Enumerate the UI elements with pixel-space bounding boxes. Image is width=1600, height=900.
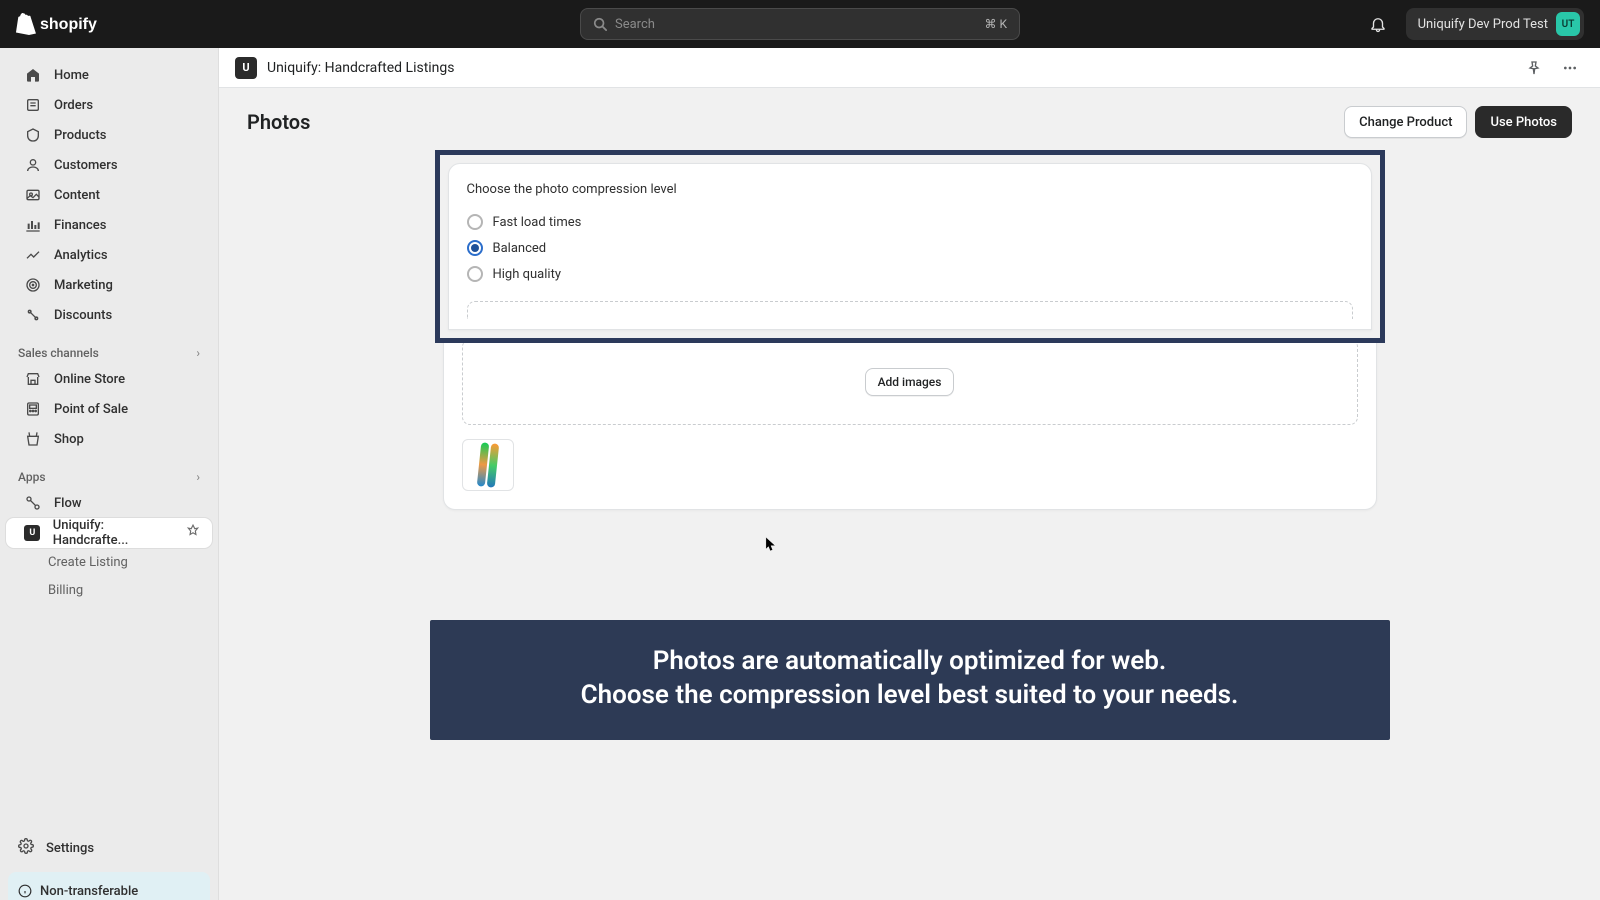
highlighted-compression-section: Choose the photo compression level Fast … [435, 150, 1385, 343]
sidebar-label: Online Store [54, 372, 125, 387]
radio-fast-load[interactable]: Fast load times [467, 209, 1353, 235]
sidebar-label: Uniquify: Handcrafte... [53, 518, 174, 548]
sidebar-item-content[interactable]: Content [6, 180, 212, 210]
shop-icon [24, 431, 42, 447]
radio-icon [467, 240, 483, 256]
sidebar-sub-billing[interactable]: Billing [0, 576, 218, 604]
info-icon [18, 884, 32, 898]
more-icon [1562, 60, 1578, 76]
store-icon [24, 371, 42, 387]
sidebar-item-orders[interactable]: Orders [6, 90, 212, 120]
info-banner: Photos are automatically optimized for w… [430, 620, 1390, 740]
sidebar-label: Discounts [54, 308, 112, 323]
avatar: UT [1556, 12, 1580, 36]
sidebar-label: Shop [54, 432, 84, 447]
account-menu[interactable]: Uniquify Dev Prod Test UT [1406, 8, 1584, 40]
pos-icon [24, 401, 42, 417]
sidebar-label: Orders [54, 98, 93, 113]
gear-icon [18, 838, 34, 858]
sidebar-section-apps[interactable]: Apps› [0, 462, 218, 488]
sidebar-item-online-store[interactable]: Online Store [6, 364, 212, 394]
search-shortcut: ⌘ K [984, 17, 1007, 31]
banner-line-2: Choose the compression level best suited… [450, 680, 1370, 710]
banner-line-1: Photos are automatically optimized for w… [450, 646, 1370, 676]
sidebar-item-flow[interactable]: Flow [6, 488, 212, 518]
product-image [476, 442, 499, 488]
discounts-icon [24, 307, 42, 323]
flow-icon [24, 495, 42, 511]
cursor-icon [765, 536, 777, 552]
finances-icon [24, 217, 42, 233]
sidebar-label: Customers [54, 158, 118, 173]
radio-high-quality[interactable]: High quality [467, 261, 1353, 287]
sidebar-item-finances[interactable]: Finances [6, 210, 212, 240]
main-content: Photos Change Product Use Photos Choose … [219, 88, 1600, 900]
non-transferable-banner[interactable]: Non-transferable [8, 872, 210, 900]
account-name: Uniquify Dev Prod Test [1418, 17, 1548, 32]
radio-balanced[interactable]: Balanced [467, 235, 1353, 261]
more-actions-button[interactable] [1556, 54, 1584, 82]
bell-icon [1369, 15, 1387, 33]
sidebar-label: Content [54, 188, 100, 203]
shopify-logo[interactable]: shopify [16, 13, 102, 35]
sidebar-item-pos[interactable]: Point of Sale [6, 394, 212, 424]
sidebar-item-settings[interactable]: Settings [0, 832, 218, 864]
sidebar-label: Finances [54, 218, 106, 233]
app-title: Uniquify: Handcrafted Listings [267, 60, 455, 76]
sidebar: Home Orders Products Customers Content F… [0, 48, 219, 900]
sidebar-label: Flow [54, 496, 82, 511]
search-icon [593, 17, 607, 31]
app-title-bar: U Uniquify: Handcrafted Listings [219, 48, 1600, 88]
sidebar-sub-create-listing[interactable]: Create Listing [0, 548, 218, 576]
sidebar-item-shop[interactable]: Shop [6, 424, 212, 454]
sidebar-label: Settings [46, 841, 94, 856]
products-icon [24, 127, 42, 143]
marketing-icon [24, 277, 42, 293]
customers-icon [24, 157, 42, 173]
sidebar-item-analytics[interactable]: Analytics [6, 240, 212, 270]
sidebar-section-sales[interactable]: Sales channels› [0, 338, 218, 364]
image-thumb[interactable] [462, 439, 514, 491]
svg-text:shopify: shopify [40, 16, 97, 33]
compression-label: Choose the photo compression level [467, 182, 1353, 197]
radio-icon [467, 214, 483, 230]
pin-icon[interactable] [186, 524, 200, 542]
sidebar-label: Products [54, 128, 106, 143]
content-icon [24, 187, 42, 203]
use-photos-button[interactable]: Use Photos [1475, 106, 1572, 138]
sidebar-label: Point of Sale [54, 402, 128, 417]
pin-icon [1526, 60, 1542, 76]
notifications-button[interactable] [1362, 8, 1394, 40]
sidebar-label: Analytics [54, 248, 108, 263]
add-images-button[interactable]: Add images [865, 368, 955, 396]
sidebar-item-home[interactable]: Home [6, 60, 212, 90]
chevron-right-icon: › [196, 470, 200, 484]
top-bar: shopify Search ⌘ K Uniquify Dev Prod Tes… [0, 0, 1600, 48]
analytics-icon [24, 247, 42, 263]
app-logo: U [235, 57, 257, 79]
sidebar-item-uniquify[interactable]: U Uniquify: Handcrafte... [6, 518, 212, 548]
sidebar-item-products[interactable]: Products [6, 120, 212, 150]
page-title: Photos [247, 110, 310, 134]
change-product-button[interactable]: Change Product [1344, 106, 1467, 138]
sidebar-label: Marketing [54, 278, 113, 293]
app-icon: U [24, 525, 41, 541]
global-search[interactable]: Search ⌘ K [580, 8, 1020, 40]
image-dropzone[interactable]: Add images [462, 339, 1358, 425]
home-icon [24, 67, 42, 83]
search-placeholder: Search [615, 17, 984, 32]
chevron-right-icon: › [196, 346, 200, 360]
pin-app-button[interactable] [1520, 54, 1548, 82]
sidebar-item-discounts[interactable]: Discounts [6, 300, 212, 330]
sidebar-item-marketing[interactable]: Marketing [6, 270, 212, 300]
sidebar-label: Home [54, 68, 89, 83]
sidebar-item-customers[interactable]: Customers [6, 150, 212, 180]
radio-icon [467, 266, 483, 282]
orders-icon [24, 97, 42, 113]
